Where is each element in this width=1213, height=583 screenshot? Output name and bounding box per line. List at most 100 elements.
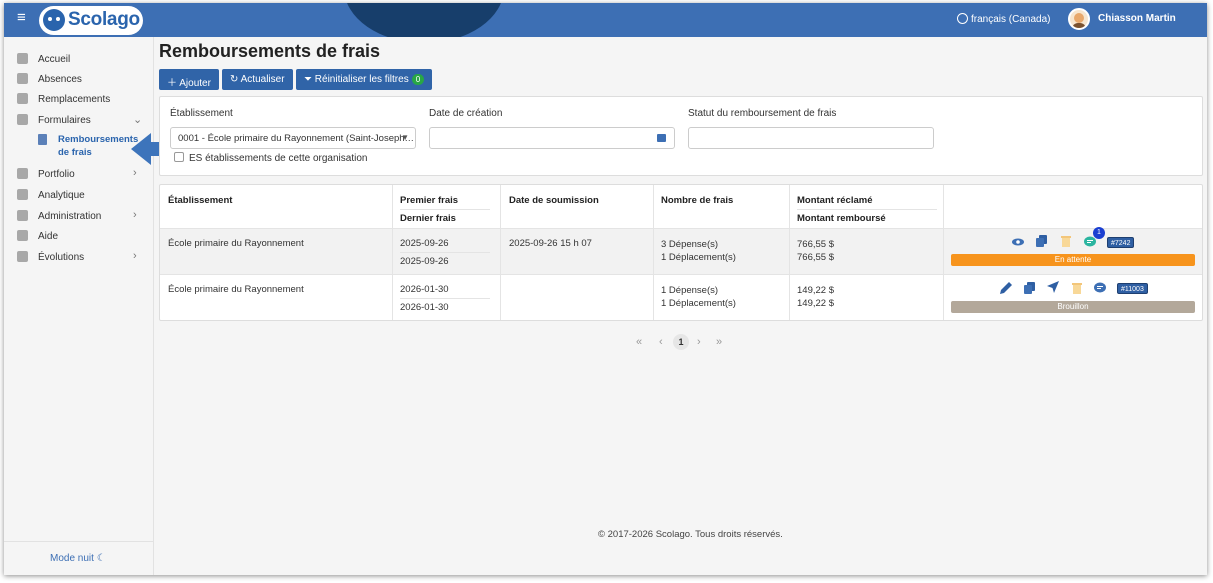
etablissement-select[interactable]: 0001 - École primaire du Rayonnement (Sa… [170, 127, 416, 149]
trash-icon[interactable] [1071, 282, 1083, 294]
language-selector[interactable]: français (Canada) [957, 13, 1050, 25]
expenses-table: Établissement Premier frais Dernier frais… [159, 184, 1203, 321]
sidebar-item-analytique[interactable]: Analytique [4, 187, 154, 205]
request-number-badge[interactable]: #11003 [1117, 283, 1148, 294]
sidebar-item-evolutions[interactable]: Évolutions › [4, 249, 154, 267]
avatar[interactable] [1068, 8, 1090, 30]
status-badge: Brouillon [951, 301, 1195, 313]
home-icon [17, 53, 28, 64]
statut-field[interactable] [688, 127, 934, 149]
sidebar-item-label: Absences [38, 74, 82, 85]
column-divider [943, 185, 944, 320]
cell-premier-frais: 2025-09-26 [400, 238, 490, 253]
reset-filters-button[interactable]: ⏷ Réinitialiser les filtres 0 [296, 69, 433, 90]
receipt-icon [38, 134, 47, 145]
cell-deplacements: 1 Déplacement(s) [661, 298, 736, 309]
cell-frais-dates: 2025-09-26 2025-09-26 [400, 238, 490, 267]
cell-deplacements: 1 Déplacement(s) [661, 252, 736, 263]
sidebar-item-label: Évolutions [38, 252, 85, 263]
page-title: Remboursements de frais [159, 41, 381, 61]
mode-nuit-toggle[interactable]: Mode nuit ☾ [50, 553, 106, 564]
header-montants[interactable]: Montant réclamé Montant remboursé [797, 195, 937, 224]
pagination-next[interactable]: › [697, 336, 701, 348]
header-dernier-frais: Dernier frais [400, 213, 456, 224]
cell-etablissement: École primaire du Rayonnement [168, 284, 304, 295]
eye-icon[interactable] [1012, 236, 1024, 248]
pagination-last[interactable]: » [716, 336, 722, 348]
sidebar-item-remplacements[interactable]: Remplacements [4, 91, 154, 109]
request-number-badge[interactable]: #7242 [1107, 237, 1135, 248]
row-divider [160, 228, 1202, 229]
cell-montant-reclame: 766,55 $ [797, 239, 834, 250]
comment-icon[interactable] [1084, 236, 1096, 248]
add-button[interactable]: ＋ Ajouter [159, 69, 219, 90]
cell-frais-dates: 2026-01-30 2026-01-30 [400, 284, 490, 313]
moon-icon: ☾ [96, 553, 106, 564]
header-montant-reclame: Montant réclamé [797, 195, 937, 210]
header-date-soumission[interactable]: Date de soumission [509, 195, 599, 206]
comment-icon[interactable] [1094, 282, 1106, 294]
top-bar: ≡ Scolago français (Canada) Chiasson Mar… [4, 3, 1207, 37]
pencil-icon[interactable] [1000, 282, 1012, 294]
row-divider [160, 274, 1202, 275]
header-frais[interactable]: Premier frais Dernier frais [400, 195, 490, 224]
user-name[interactable]: Chiasson Martin [1098, 13, 1176, 24]
refresh-icon: ↻ [230, 74, 239, 85]
cell-etablissement: École primaire du Rayonnement [168, 238, 304, 249]
refresh-button[interactable]: ↻ Actualiser [222, 69, 293, 90]
etablissement-label: Établissement [170, 108, 233, 119]
cell-nombre-frais: 3 Dépense(s) 1 Déplacement(s) [661, 238, 736, 264]
pagination-prev[interactable]: ‹ [659, 336, 663, 348]
chart-icon [17, 189, 28, 200]
chevron-right-icon: › [133, 250, 137, 262]
header-montant-rembourse: Montant remboursé [797, 213, 886, 224]
column-divider [392, 185, 393, 320]
refresh-button-label: Actualiser [240, 74, 285, 85]
cell-montant-rembourse: 149,22 $ [797, 298, 834, 309]
document-icon [17, 114, 28, 125]
sidebar-item-label: Remplacements [38, 94, 111, 105]
sidebar-divider [4, 541, 154, 542]
trash-icon[interactable] [1060, 235, 1072, 247]
mode-nuit-label: Mode nuit [50, 553, 94, 564]
sidebar-item-absences[interactable]: Absences [4, 71, 154, 89]
app-window: ≡ Scolago français (Canada) Chiasson Mar… [4, 3, 1207, 575]
sidebar: Accueil Absences Remplacements Formulair… [4, 37, 154, 575]
all-establishments-checkbox-row[interactable]: ES établissements de cette organisation [174, 152, 367, 164]
cell-dernier-frais: 2025-09-26 [400, 256, 449, 267]
header-nombre-frais[interactable]: Nombre de frais [661, 195, 733, 206]
sub-item-line1: Remboursements [58, 134, 139, 145]
pagination-first[interactable]: « [636, 336, 642, 348]
chevron-right-icon: › [133, 209, 137, 221]
logo-text: Scolago [68, 9, 140, 30]
header-etablissement[interactable]: Établissement [168, 195, 232, 206]
sidebar-item-portfolio[interactable]: Portfolio › [4, 166, 154, 184]
caret-down-icon: ▼ [401, 133, 409, 142]
sidebar-item-label: Accueil [38, 54, 71, 65]
cell-montants: 149,22 $ 149,22 $ [797, 284, 834, 310]
gear-icon [17, 210, 28, 221]
copy-icon[interactable] [1024, 282, 1036, 294]
swap-icon [17, 93, 28, 104]
sidebar-item-label: Aide [38, 231, 59, 242]
sidebar-item-formulaires[interactable]: Formulaires ⌄ [4, 112, 154, 130]
calendar-icon[interactable] [657, 134, 666, 142]
checkbox[interactable] [174, 152, 184, 162]
sidebar-item-administration[interactable]: Administration › [4, 208, 154, 226]
date-creation-field[interactable] [429, 127, 675, 149]
cell-dernier-frais: 2026-01-30 [400, 302, 449, 313]
users-icon [17, 73, 28, 84]
pagination-current-page[interactable]: 1 [673, 334, 689, 350]
sidebar-sub-item-label: Remboursements de frais [58, 133, 138, 159]
cell-montants: 766,55 $ 766,55 $ [797, 238, 834, 264]
copy-icon[interactable] [1036, 235, 1048, 247]
menu-icon[interactable]: ≡ [17, 10, 31, 25]
sidebar-item-aide[interactable]: Aide [4, 228, 154, 246]
reset-button-label: Réinitialiser les filtres [314, 74, 409, 85]
header-premier-frais: Premier frais [400, 195, 490, 210]
cell-montant-reclame: 149,22 $ [797, 285, 834, 296]
plus-icon: ＋ [167, 78, 177, 89]
header-decoration [344, 3, 504, 37]
send-icon[interactable] [1047, 281, 1059, 293]
sidebar-item-accueil[interactable]: Accueil [4, 51, 154, 69]
